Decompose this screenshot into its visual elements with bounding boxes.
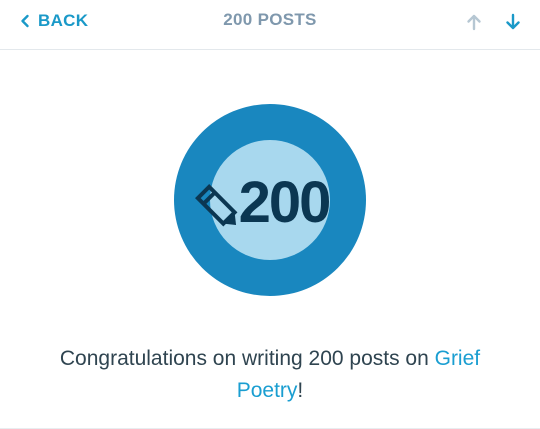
- previous-post-button[interactable]: [462, 10, 486, 34]
- badge-number: 200: [239, 170, 330, 235]
- arrow-up-icon: [467, 14, 481, 31]
- arrow-down-icon: [506, 13, 520, 30]
- next-post-button[interactable]: [501, 10, 525, 34]
- congratulations-message: Congratulations on writing 200 posts on …: [40, 343, 500, 407]
- message-suffix: !: [297, 379, 304, 402]
- top-bar: BACK 200 POSTS: [0, 0, 540, 50]
- message-text: Congratulations on writing 200 posts on: [59, 347, 435, 370]
- back-label: BACK: [38, 11, 89, 30]
- back-button[interactable]: BACK: [18, 10, 88, 32]
- chevron-left-icon: [21, 14, 29, 28]
- achievement-badge: 200: [174, 104, 366, 296]
